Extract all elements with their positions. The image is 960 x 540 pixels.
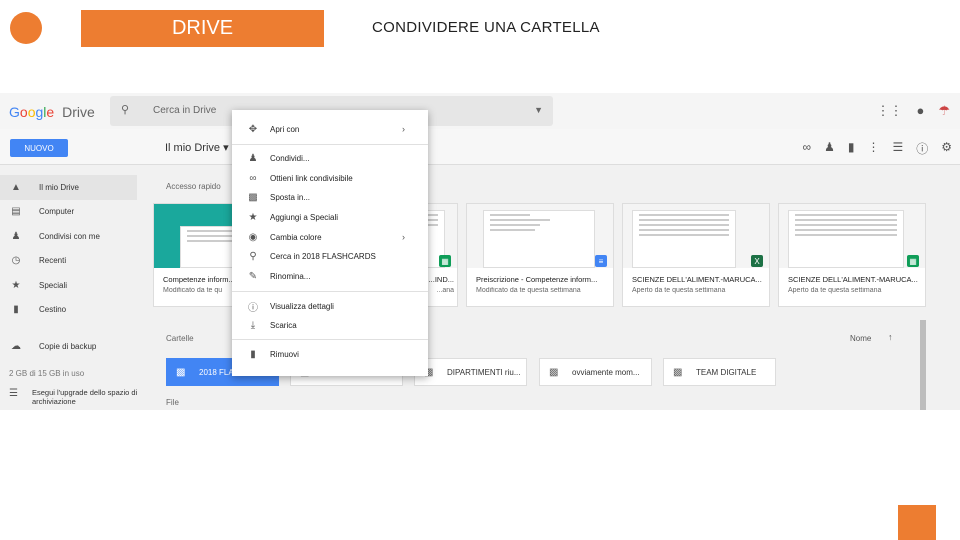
trash-icon: ▮ [250, 348, 256, 360]
files-label: File [166, 398, 179, 407]
trash-icon[interactable]: ▮ [848, 140, 855, 157]
settings-icon[interactable]: ⚙ [941, 140, 952, 157]
link-icon: ∞ [249, 172, 257, 184]
info-icon[interactable]: ⓘ [916, 140, 928, 157]
sidebar-item-my-drive[interactable]: ▲ Il mio Drive [0, 175, 137, 200]
scrollbar[interactable] [920, 320, 926, 410]
menu-divider [232, 144, 428, 145]
breadcrumb[interactable]: Il mio Drive ▾ [165, 141, 229, 154]
drive-screenshot: Google Drive ⚲ Cerca in Drive ▼ ⋮⋮ ● ☂ N… [0, 93, 960, 410]
menu-item-details[interactable]: ⓘ Visualizza dettagli [232, 297, 428, 315]
drive-toolbar: NUOVO Il mio Drive ▾ ∞ ♟ ▮ ⋮ ☰ ⓘ ⚙ [0, 129, 960, 165]
slide-decoration-circle [10, 12, 42, 44]
sidebar-item-shared[interactable]: ♟ Condivisi con me [0, 224, 150, 249]
sidebar: ▲ Il mio Drive ▤ Computer ♟ Condivisi con m… [0, 175, 150, 406]
add-person-icon[interactable]: ♟ [824, 140, 835, 157]
menu-item-star[interactable]: ★ Aggiungi a Speciali [232, 208, 428, 226]
trash-icon: ▮ [13, 304, 19, 316]
sidebar-item-computer[interactable]: ▤ Computer [0, 200, 150, 225]
folders-label: Cartelle [166, 334, 194, 343]
drive-icon: ▲ [11, 181, 21, 193]
folder-item[interactable]: ▩ ovviamente mom... [539, 358, 652, 386]
palette-icon: ◉ [248, 231, 258, 243]
quick-access-card[interactable]: ▦ SCIENZE DELL'ALIMENT.-MARUCA... Aperto… [778, 203, 926, 307]
notifications-icon[interactable]: ● [916, 103, 924, 119]
menu-item-get-link[interactable]: ∞ Ottieni link condivisibile [232, 169, 428, 187]
account-avatar-icon[interactable]: ☂ [938, 103, 950, 119]
search-placeholder: Cerca in Drive [153, 105, 217, 116]
search-icon: ⚲ [249, 250, 257, 262]
edit-icon: ✎ [248, 270, 258, 282]
more-vert-icon[interactable]: ⋮ [867, 140, 879, 157]
context-menu: ✥ Apri con › ♟ Condividi... ∞ Ottieni link c… [232, 110, 428, 376]
file-thumbnail [623, 204, 769, 268]
excel-icon: X [751, 255, 763, 267]
apps-grid-icon[interactable]: ⋮⋮ [876, 103, 902, 119]
storage-usage: 2 GB di 15 GB in uso [9, 368, 85, 378]
file-thumbnail [779, 204, 925, 268]
star-icon: ★ [248, 211, 258, 223]
slide-corner-decoration [898, 505, 936, 540]
info-icon: ⓘ [248, 302, 258, 314]
menu-item-change-color[interactable]: ◉ Cambia colore › [232, 228, 428, 246]
upgrade-storage-link[interactable]: ☰ Esegui l'upgrade dello spazio di archiv… [0, 388, 150, 406]
computer-icon: ▤ [11, 206, 21, 218]
file-thumbnail [467, 204, 613, 268]
search-options-icon[interactable]: ▼ [534, 105, 543, 115]
shared-folder-icon: ▩ [673, 366, 683, 378]
slide-heading: CONDIVIDERE UNA CARTELLA [372, 19, 600, 36]
quick-access-card[interactable]: X SCIENZE DELL'ALIMENT.-MARUCA... Aperto… [622, 203, 770, 307]
star-icon: ★ [11, 279, 21, 291]
slide-title: DRIVE [81, 10, 324, 47]
sidebar-item-starred[interactable]: ★ Speciali [0, 273, 150, 298]
list-view-icon[interactable]: ☰ [892, 140, 903, 157]
menu-item-remove[interactable]: ▮ Rimuovi [232, 345, 428, 363]
link-icon[interactable]: ∞ [803, 140, 812, 157]
sort-direction-icon[interactable]: ↑ [888, 332, 893, 342]
folder-item[interactable]: ▩ TEAM DIGITALE [663, 358, 776, 386]
move-folder-icon: ▩ [248, 191, 258, 203]
quick-access-label: Accesso rapido [166, 182, 221, 191]
menu-item-search-in[interactable]: ⚲ Cerca in 2018 FLASHCARDS [232, 247, 428, 265]
quick-access-card[interactable]: ≡ Preiscrizione - Competenze inform... M… [466, 203, 614, 307]
new-button[interactable]: NUOVO [10, 139, 68, 157]
add-person-icon: ♟ [248, 152, 258, 164]
sort-by-name[interactable]: Nome [850, 334, 871, 343]
drive-topbar: Google Drive ⚲ Cerca in Drive ▼ ⋮⋮ ● ☂ [0, 93, 960, 129]
menu-item-share[interactable]: ♟ Condividi... [232, 149, 428, 167]
people-icon: ♟ [11, 230, 21, 242]
menu-item-download[interactable]: ⤓ Scarica [232, 316, 428, 334]
open-with-icon: ✥ [248, 123, 258, 135]
google-drive-logo[interactable]: Google Drive [9, 104, 95, 120]
sidebar-item-trash[interactable]: ▮ Cestino [0, 298, 150, 323]
docs-icon: ≡ [595, 255, 607, 267]
menu-item-move[interactable]: ▩ Sposta in... [232, 188, 428, 206]
clock-icon: ◷ [11, 255, 21, 267]
submenu-arrow-icon: › [402, 124, 405, 134]
sheets-icon: ▦ [907, 255, 919, 267]
shared-folder-icon: ▩ [176, 366, 186, 378]
menu-item-rename[interactable]: ✎ Rinomina... [232, 267, 428, 285]
search-icon: ⚲ [121, 104, 130, 116]
folder-icon: ▩ [549, 366, 559, 378]
sidebar-item-backup[interactable]: ☁ Copie di backup [0, 334, 150, 359]
sidebar-item-recent[interactable]: ◷ Recenti [0, 249, 150, 274]
cloud-icon: ☁ [11, 340, 21, 352]
download-icon: ⤓ [250, 319, 256, 331]
sheets-icon: ▦ [439, 255, 451, 267]
menu-item-open-with[interactable]: ✥ Apri con › [232, 120, 428, 138]
submenu-arrow-icon: › [402, 232, 405, 242]
menu-divider [232, 339, 428, 340]
storage-icon: ☰ [9, 387, 18, 399]
menu-divider [232, 291, 428, 292]
folder-item[interactable]: ▩ DIPARTIMENTI riu... [414, 358, 527, 386]
